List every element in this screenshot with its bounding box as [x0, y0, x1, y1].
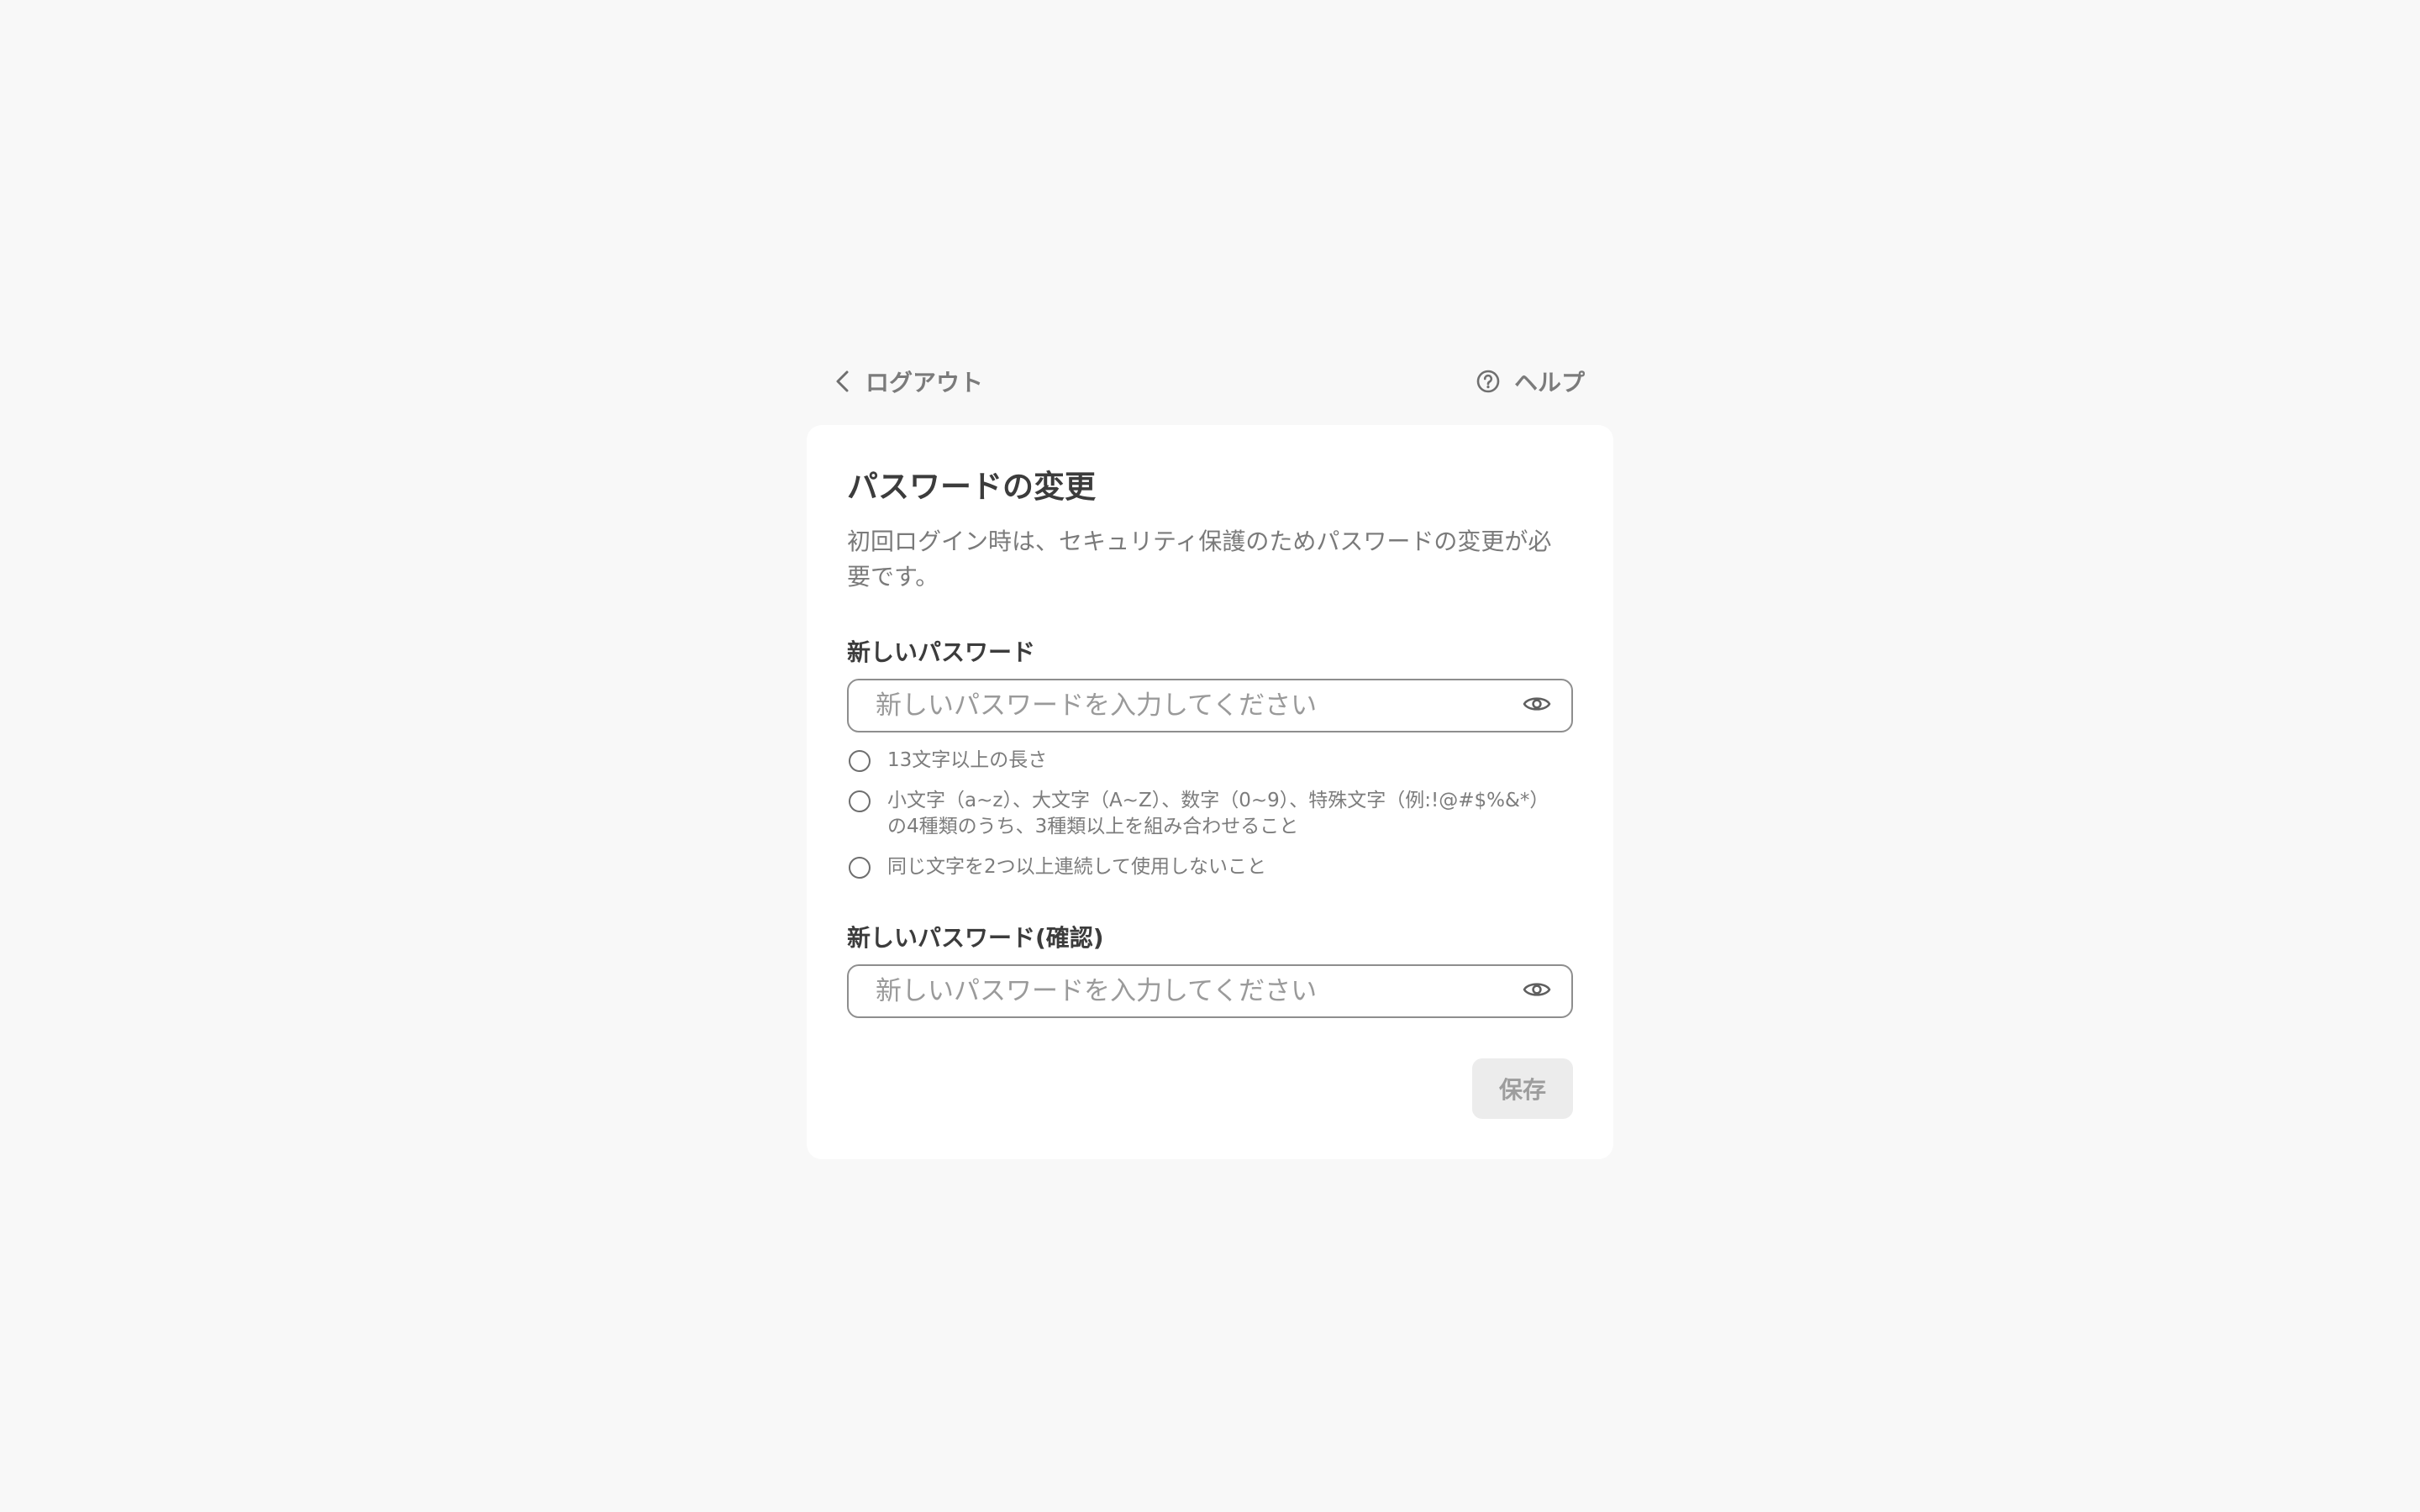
show-password-eye-icon[interactable] [1523, 979, 1551, 1003]
show-password-eye-icon[interactable] [1523, 694, 1551, 717]
rule-unchecked-icon [849, 790, 871, 812]
chevron-left-icon [834, 370, 852, 393]
rule-text: 同じ文字を2つ以上連続して使用しないこと [887, 855, 1266, 878]
logout-label: ログアウト [865, 369, 984, 396]
new-password-field [847, 678, 1573, 732]
password-card: パスワードの変更 初回ログイン時は、セキュリティ保護のためパスワードの変更が必要… [807, 425, 1613, 1159]
rule-unchecked-icon [849, 856, 871, 879]
password-rule: 13文字以上の長さ [847, 748, 1573, 774]
page-title: パスワードの変更 [847, 469, 1096, 505]
password-rule: 同じ文字を2つ以上連続して使用しないこと [847, 854, 1573, 880]
rule-unchecked-icon [849, 749, 871, 772]
top-bar: ログアウト ヘルプ [807, 353, 1613, 410]
rule-text: 小文字（a~z）、大文字（A~Z）、数字（0~9）、特殊文字（例:!@#$%&*… [887, 789, 1549, 837]
password-rule: 小文字（a~z）、大文字（A~Z）、数字（0~9）、特殊文字（例:!@#$%&*… [847, 788, 1573, 840]
password-rules: 13文字以上の長さ 小文字（a~z）、大文字（A~Z）、数字（0~9）、特殊文字… [847, 748, 1573, 880]
logout-link[interactable]: ログアウト [834, 365, 983, 398]
save-button[interactable]: 保存 [1472, 1058, 1573, 1119]
new-password-input[interactable] [876, 690, 1523, 721]
confirm-password-field [847, 963, 1573, 1018]
help-label: ヘルプ [1513, 369, 1585, 396]
page-description: 初回ログイン時は、セキュリティ保護のためパスワードの変更が必要です。 [847, 528, 1552, 591]
confirm-password-label: 新しいパスワード(確認) [847, 923, 1104, 952]
password-change-page: ログアウト ヘルプ パスワードの変更 初回ログイン時は、セキュリティ保護のためパ… [807, 353, 1613, 1159]
question-circle-icon [1476, 369, 1501, 394]
help-link[interactable]: ヘルプ [1476, 365, 1585, 398]
new-password-label: 新しいパスワード [847, 638, 1036, 667]
confirm-password-input[interactable] [876, 975, 1523, 1006]
rule-text: 13文字以上の長さ [887, 748, 1048, 771]
card-actions: 保存 [847, 1058, 1573, 1119]
